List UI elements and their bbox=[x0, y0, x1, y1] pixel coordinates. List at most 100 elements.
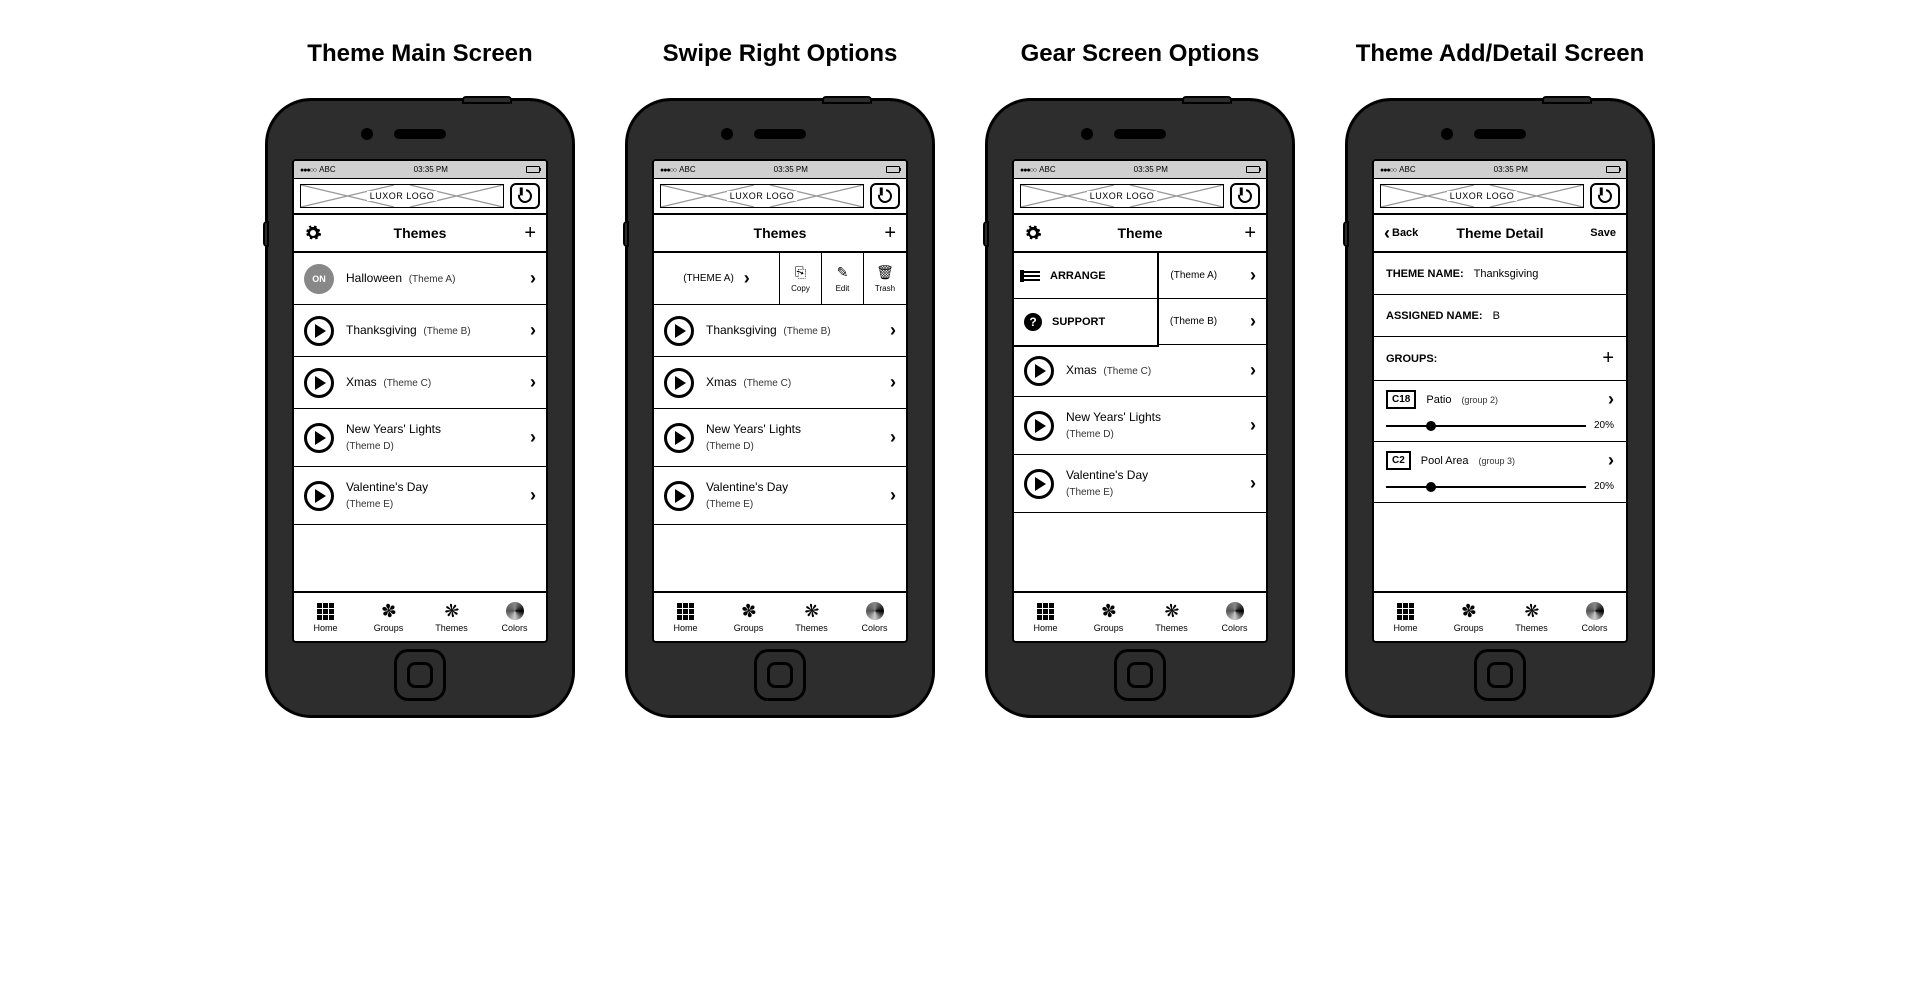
play-icon bbox=[315, 489, 326, 503]
theme-name: New Years' Lights bbox=[706, 422, 801, 436]
popup-arrange[interactable]: ARRANGE bbox=[1014, 253, 1157, 299]
play-button[interactable] bbox=[304, 316, 334, 346]
intensity-slider[interactable]: 20% bbox=[1386, 481, 1614, 492]
bottom-nav: Home ✽Groups ❋Themes Colors bbox=[654, 591, 906, 641]
nav-colors[interactable]: Colors bbox=[1563, 593, 1626, 641]
theme-row[interactable]: Valentine's Day(Theme E) › bbox=[294, 467, 546, 525]
nav-groups[interactable]: ✽Groups bbox=[717, 593, 780, 641]
header-title: Themes bbox=[394, 225, 447, 241]
home-button[interactable] bbox=[1114, 649, 1166, 701]
assigned-name-field[interactable]: ASSIGNED NAME: B bbox=[1374, 295, 1626, 337]
play-button[interactable] bbox=[304, 481, 334, 511]
nav-colors[interactable]: Colors bbox=[843, 593, 906, 641]
add-button[interactable]: + bbox=[1244, 222, 1256, 245]
theme-row[interactable]: Xmas (Theme C) › bbox=[1014, 345, 1266, 397]
back-button[interactable]: Back bbox=[1384, 227, 1418, 239]
battery-icon bbox=[1606, 166, 1620, 173]
home-button[interactable] bbox=[394, 649, 446, 701]
slider-thumb[interactable] bbox=[1426, 421, 1436, 431]
chevron-right-icon: › bbox=[1250, 311, 1256, 332]
swipe-label[interactable]: (THEME A)› bbox=[654, 253, 780, 304]
nav-home[interactable]: Home bbox=[654, 593, 717, 641]
swipe-trash[interactable]: 🗑Trash bbox=[864, 253, 906, 304]
play-button[interactable] bbox=[304, 368, 334, 398]
play-icon bbox=[1035, 477, 1046, 491]
nav-home[interactable]: Home bbox=[1374, 593, 1437, 641]
nav-themes[interactable]: ❋Themes bbox=[1500, 593, 1563, 641]
signal-dots-icon bbox=[1380, 165, 1396, 174]
save-button[interactable]: Save bbox=[1590, 227, 1616, 239]
detail-form: THEME NAME: Thanksgiving ASSIGNED NAME: … bbox=[1374, 253, 1626, 591]
intensity-slider[interactable]: 20% bbox=[1386, 420, 1614, 431]
theme-row[interactable]: New Years' Lights(Theme D) › bbox=[294, 409, 546, 467]
play-button[interactable] bbox=[664, 316, 694, 346]
theme-name: Valentine's Day bbox=[346, 480, 428, 494]
swipe-edit[interactable]: ✎Edit bbox=[822, 253, 864, 304]
nav-themes[interactable]: ❋Themes bbox=[780, 593, 843, 641]
on-badge[interactable]: ON bbox=[304, 264, 334, 294]
chevron-right-icon: › bbox=[530, 427, 536, 448]
gear-icon[interactable] bbox=[304, 224, 322, 242]
nav-groups[interactable]: ✽Groups bbox=[1077, 593, 1140, 641]
bottom-nav: Home ✽Groups ❋Themes Colors bbox=[1374, 591, 1626, 641]
group-row[interactable]: C18 Patio (group 2) › 20% bbox=[1374, 381, 1626, 442]
nav-themes[interactable]: ❋Themes bbox=[1140, 593, 1203, 641]
themes-icon: ❋ bbox=[1520, 599, 1543, 622]
grid-icon bbox=[1037, 603, 1054, 620]
play-button[interactable] bbox=[664, 481, 694, 511]
status-bar: ABC 03:35 PM bbox=[1014, 161, 1266, 179]
add-button[interactable]: + bbox=[884, 222, 896, 245]
power-button[interactable] bbox=[1590, 183, 1620, 209]
home-button[interactable] bbox=[1474, 649, 1526, 701]
swiped-row: (THEME A)› ⎘Copy ✎Edit 🗑Trash bbox=[654, 253, 906, 305]
theme-row[interactable]: Valentine's Day(Theme E) › bbox=[1014, 455, 1266, 513]
theme-row[interactable]: Thanksgiving (Theme B) › bbox=[294, 305, 546, 357]
group-row[interactable]: C2 Pool Area (group 3) › 20% bbox=[1374, 442, 1626, 503]
play-button[interactable] bbox=[664, 423, 694, 453]
theme-row[interactable]: New Years' Lights(Theme D) › bbox=[654, 409, 906, 467]
screen: ABC 03:35 PM LUXOR LOGO Themes + ON Hall… bbox=[292, 159, 548, 643]
nav-colors[interactable]: Colors bbox=[483, 593, 546, 641]
page-header: Theme + bbox=[1014, 215, 1266, 253]
phone-side-button bbox=[623, 221, 629, 247]
nav-themes[interactable]: ❋Themes bbox=[420, 593, 483, 641]
add-button[interactable]: + bbox=[524, 222, 536, 245]
theme-row[interactable]: Thanksgiving (Theme B) › bbox=[654, 305, 906, 357]
nav-colors[interactable]: Colors bbox=[1203, 593, 1266, 641]
themes-icon: ❋ bbox=[800, 599, 823, 622]
nav-home[interactable]: Home bbox=[294, 593, 357, 641]
power-button[interactable] bbox=[510, 183, 540, 209]
theme-list: ON Halloween (Theme A) › Thanksgiving (T… bbox=[294, 253, 546, 591]
header-title: Themes bbox=[754, 225, 807, 241]
play-button[interactable] bbox=[1024, 411, 1054, 441]
swipe-copy[interactable]: ⎘Copy bbox=[780, 253, 822, 304]
gear-icon[interactable] bbox=[1024, 224, 1042, 242]
slider-thumb[interactable] bbox=[1426, 482, 1436, 492]
colors-icon bbox=[866, 602, 884, 620]
play-button[interactable] bbox=[664, 368, 694, 398]
play-button[interactable] bbox=[1024, 469, 1054, 499]
screen: ABC 03:35 PM LUXOR LOGO Back Theme Detai… bbox=[1372, 159, 1628, 643]
play-button[interactable] bbox=[1024, 356, 1054, 386]
theme-row[interactable]: Xmas (Theme C) › bbox=[654, 357, 906, 409]
phone-top-button bbox=[822, 96, 872, 104]
power-button[interactable] bbox=[1230, 183, 1260, 209]
theme-sub: (Theme B) bbox=[1170, 316, 1217, 327]
theme-name-field[interactable]: THEME NAME: Thanksgiving bbox=[1374, 253, 1626, 295]
theme-row[interactable]: Valentine's Day(Theme E) › bbox=[654, 467, 906, 525]
power-button[interactable] bbox=[870, 183, 900, 209]
play-button[interactable] bbox=[304, 423, 334, 453]
add-group-button[interactable]: + bbox=[1602, 347, 1614, 370]
home-button[interactable] bbox=[754, 649, 806, 701]
screen-1-title: Theme Main Screen bbox=[307, 40, 532, 68]
groups-icon: ✽ bbox=[377, 599, 400, 622]
theme-row[interactable]: New Years' Lights(Theme D) › bbox=[1014, 397, 1266, 455]
theme-row[interactable]: ON Halloween (Theme A) › bbox=[294, 253, 546, 305]
nav-groups[interactable]: ✽Groups bbox=[1437, 593, 1500, 641]
theme-name-value: Thanksgiving bbox=[1474, 268, 1614, 280]
popup-support[interactable]: ? SUPPORT bbox=[1014, 299, 1157, 345]
theme-row[interactable]: Xmas (Theme C) › bbox=[294, 357, 546, 409]
theme-sub: (Theme E) bbox=[1066, 487, 1113, 498]
nav-groups[interactable]: ✽Groups bbox=[357, 593, 420, 641]
nav-home[interactable]: Home bbox=[1014, 593, 1077, 641]
